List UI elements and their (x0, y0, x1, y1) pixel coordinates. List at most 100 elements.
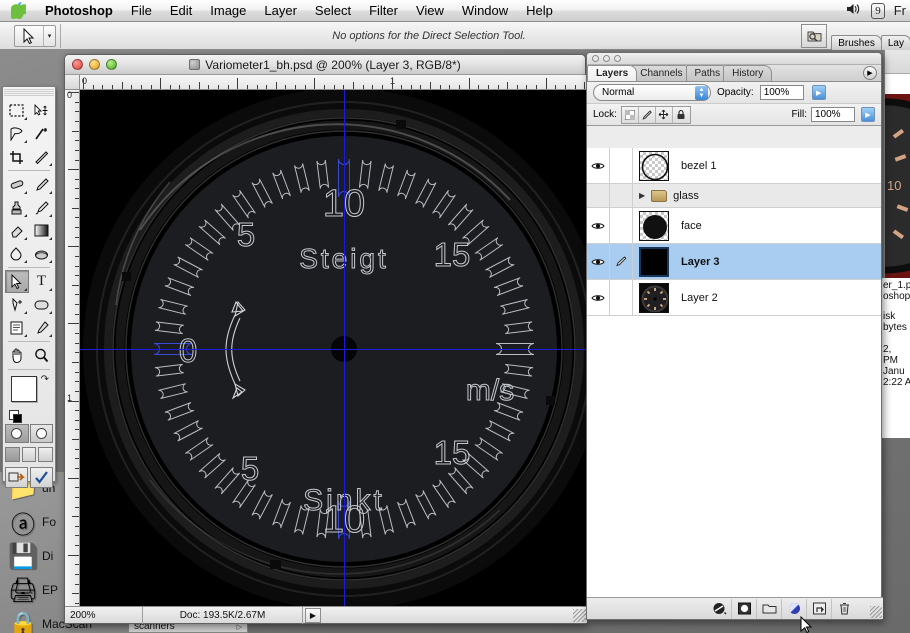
menu-photoshop[interactable]: Photoshop (36, 1, 122, 21)
menu-help[interactable]: Help (517, 1, 562, 21)
table-row[interactable]: ▶ glass (587, 177, 881, 214)
background-finder-window[interactable]: 10 (884, 38, 910, 278)
horizontal-guide[interactable] (80, 349, 587, 350)
menu-image[interactable]: Image (201, 1, 255, 21)
standard-mode-button[interactable] (5, 424, 29, 443)
tab-history[interactable]: History (723, 65, 773, 81)
layer-name[interactable]: Layer 2 (675, 292, 718, 304)
dodge-tool[interactable] (30, 242, 54, 265)
palette-resize-grip[interactable] (870, 606, 882, 618)
marquee-tool[interactable] (5, 99, 29, 122)
notes-tool[interactable] (5, 316, 29, 339)
crop-tool[interactable] (5, 145, 29, 168)
quick-mask-mode-button[interactable] (29, 424, 53, 443)
document-titlebar[interactable]: Variometer1_bh.psd @ 200% (Layer 3, RGB/… (65, 55, 585, 75)
file-browser-button[interactable] (801, 24, 828, 48)
lock-position-button[interactable] (655, 106, 673, 123)
horizontal-ruler[interactable]: 0 1 (80, 75, 587, 90)
menu-window[interactable]: Window (453, 1, 517, 21)
standard-screen-mode-button[interactable] (5, 447, 20, 462)
current-tool-button[interactable]: ▾ (14, 25, 56, 47)
layer-visibility-toggle[interactable] (587, 279, 610, 316)
tab-channels[interactable]: Channels (631, 65, 692, 81)
language-indicator[interactable]: Fr (894, 0, 906, 22)
layer-visibility-toggle[interactable] (587, 243, 610, 280)
layer-thumbnail-cell[interactable] (633, 210, 675, 241)
move-tool[interactable] (30, 99, 54, 122)
script-menu-icon[interactable]: 9 (871, 3, 885, 19)
jump-to-imageready-button[interactable] (5, 467, 28, 488)
delete-layer-button[interactable] (832, 599, 857, 619)
layer-link-toggle[interactable] (610, 279, 633, 316)
blur-tool[interactable] (5, 242, 29, 265)
document-canvas[interactable]: 10 5 15 0 Sinkt Steigt 5 15 10 m/s (80, 90, 587, 609)
tab-layers[interactable]: Layers (587, 65, 638, 81)
fill-slider-button[interactable]: ▶ (861, 107, 875, 122)
zoom-level[interactable]: 200% (65, 606, 143, 624)
layer-name[interactable]: face (675, 220, 702, 232)
menu-layer[interactable]: Layer (255, 1, 306, 21)
lock-image-button[interactable] (638, 106, 656, 123)
palette-grip[interactable] (4, 89, 54, 97)
finder-info-window[interactable]: er_1.p oshop isk bytes 2, PM Janu 2:22 A (880, 278, 910, 438)
healing-brush-tool[interactable] (5, 173, 29, 196)
status-menu-button[interactable]: ▶ (305, 607, 321, 623)
path-selection-tool[interactable] (4, 270, 29, 293)
well-tab-layer-comps[interactable]: Lay (880, 35, 910, 50)
apple-menu[interactable] (0, 2, 36, 19)
swap-colors-icon[interactable]: ↷ (41, 374, 49, 385)
layer-thumbnail-cell[interactable] (633, 282, 675, 313)
rounded-rectangle-tool[interactable] (30, 293, 54, 316)
palette-minimize-button[interactable] (603, 55, 610, 62)
chevron-updown-icon[interactable]: ▲ ▼ (695, 86, 708, 100)
layer-link-toggle[interactable] (610, 207, 633, 244)
menu-filter[interactable]: Filter (360, 1, 407, 21)
opacity-input[interactable]: 100% (759, 85, 804, 100)
layer-style-button[interactable] (707, 598, 732, 619)
type-tool[interactable]: T (30, 270, 54, 293)
table-row[interactable]: Layer 2 (587, 279, 881, 316)
chevron-right-icon[interactable]: ▶ (639, 191, 645, 200)
close-button[interactable] (72, 59, 83, 70)
layer-visibility-toggle[interactable] (587, 207, 610, 244)
layer-thumbnail-cell[interactable] (633, 150, 675, 181)
zoom-tool[interactable] (30, 344, 54, 367)
slice-tool[interactable] (30, 145, 54, 168)
history-brush-tool[interactable] (30, 196, 54, 219)
brush-tool[interactable] (30, 173, 54, 196)
table-row[interactable]: face (587, 207, 881, 244)
lock-all-button[interactable] (672, 106, 690, 123)
full-screen-menubar-mode-button[interactable] (21, 447, 37, 462)
ruler-corner[interactable] (65, 75, 80, 90)
layer-name[interactable]: glass (667, 190, 699, 202)
menu-select[interactable]: Select (306, 1, 360, 21)
menu-edit[interactable]: Edit (161, 1, 201, 21)
palette-close-button[interactable] (592, 55, 599, 62)
layer-name[interactable]: Layer 3 (675, 256, 720, 268)
vertical-guide[interactable] (344, 90, 345, 609)
lasso-tool[interactable] (5, 122, 29, 145)
fill-input[interactable]: 100% (811, 107, 855, 122)
eraser-tool[interactable] (5, 219, 29, 242)
menu-view[interactable]: View (407, 1, 453, 21)
lock-transparency-button[interactable] (621, 106, 639, 123)
resize-grip[interactable] (573, 609, 586, 622)
palette-menu-icon[interactable]: ▶ (863, 66, 877, 80)
blend-mode-select[interactable]: Normal ▲ ▼ (593, 84, 711, 101)
layer-thumbnail-cell[interactable] (633, 246, 675, 277)
layers-list[interactable]: bezel 1 ▶ glass face Layer 3 Layer 2 (587, 148, 881, 597)
magic-wand-tool[interactable] (30, 122, 54, 145)
foreground-color-swatch[interactable] (11, 376, 37, 402)
gradient-tool[interactable] (30, 219, 54, 242)
palette-titlebar[interactable] (587, 53, 881, 65)
palette-zoom-button[interactable] (614, 55, 621, 62)
new-group-button[interactable] (757, 598, 782, 619)
eyedropper-tool[interactable] (30, 316, 54, 339)
vertical-ruler[interactable]: 0 1 (65, 90, 80, 609)
layer-name[interactable]: bezel 1 (675, 160, 716, 172)
add-layer-mask-button[interactable] (732, 598, 757, 619)
full-screen-mode-button[interactable] (38, 447, 54, 462)
well-tab-brushes[interactable]: Brushes (831, 35, 882, 50)
tool-preset-dropdown[interactable]: ▾ (43, 26, 55, 46)
default-colors-icon[interactable] (9, 410, 22, 423)
